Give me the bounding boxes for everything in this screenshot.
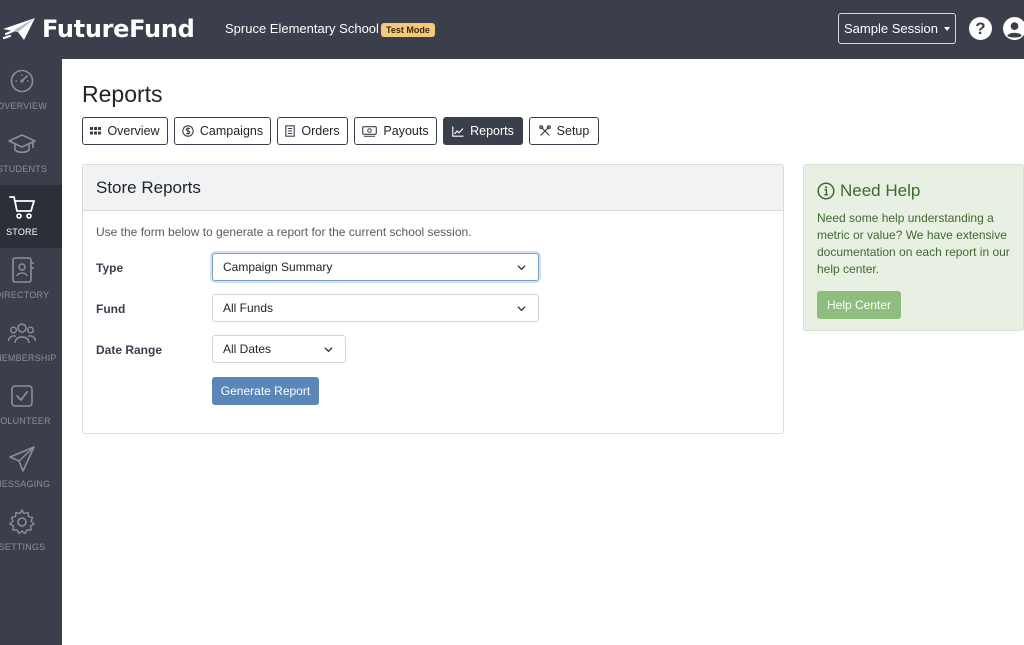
date-range-select[interactable]: All Dates (212, 335, 346, 363)
paper-plane-icon (9, 446, 35, 472)
sidebar: OVERVIEW STUDENTS STORE DIRECTORY MEMBER… (0, 59, 62, 645)
info-circle-icon (817, 182, 835, 200)
sidebar-item-label: STORE (6, 227, 38, 237)
sidebar-item-overview[interactable]: OVERVIEW (0, 59, 62, 122)
sidebar-item-label: DIRECTORY (0, 290, 50, 300)
store-reports-card: Store Reports Use the form below to gene… (82, 164, 784, 434)
cart-icon (9, 196, 35, 219)
help-glyph: ? (975, 18, 986, 38)
sidebar-item-label: SETTINGS (0, 542, 46, 552)
help-question-icon[interactable]: ? (969, 17, 992, 40)
people-icon (8, 323, 36, 344)
tools-icon (538, 125, 551, 136)
brand-logo[interactable]: FutureFund (2, 14, 195, 44)
tab-setup[interactable]: Setup (529, 117, 599, 145)
tab-orders[interactable]: Orders (277, 117, 348, 145)
graduation-cap-icon (8, 134, 36, 154)
sidebar-item-label: OVERVIEW (0, 101, 47, 111)
tab-label: Campaigns (199, 124, 264, 138)
tab-payouts[interactable]: Payouts (354, 117, 437, 145)
session-dropdown-button[interactable]: Sample Session (838, 13, 956, 44)
report-type-select[interactable]: Campaign Summary (212, 253, 539, 281)
help-title: Need Help (840, 181, 921, 200)
help-text: Need some help understanding a metric or… (817, 211, 1010, 276)
test-mode-badge: Test Mode (381, 23, 435, 37)
sidebar-item-membership[interactable]: MEMBERSHIP (0, 311, 62, 374)
sidebar-item-label: STUDENTS (0, 164, 48, 174)
chevron-down-icon (517, 306, 526, 312)
tab-label: Reports (470, 124, 514, 138)
fund-select[interactable]: All Funds (212, 294, 539, 322)
brand-name: FutureFund (42, 15, 195, 43)
gauge-icon (10, 69, 34, 93)
select-value: All Funds (223, 301, 274, 315)
date-range-label: Date Range (96, 343, 163, 357)
session-label: Sample Session (844, 21, 938, 36)
sidebar-item-label: MEMBERSHIP (0, 353, 57, 363)
top-navbar: FutureFund Spruce Elementary School Test… (0, 0, 1024, 59)
form-intro-text: Use the form below to generate a report … (96, 225, 472, 239)
type-label: Type (96, 261, 124, 275)
sidebar-item-volunteer[interactable]: VOLUNTEER (0, 374, 62, 437)
grid-icon (90, 127, 102, 135)
sidebar-item-label: MESSAGING (0, 479, 51, 489)
chevron-down-icon (324, 347, 333, 353)
checkbox-icon (11, 385, 33, 407)
sidebar-item-settings[interactable]: SETTINGS (0, 500, 62, 563)
help-center-button[interactable]: Help Center (817, 291, 901, 319)
sidebar-item-label: VOLUNTEER (0, 416, 51, 426)
tab-overview[interactable]: Overview (82, 117, 168, 145)
generate-report-button[interactable]: Generate Report (212, 377, 319, 405)
gear-icon (9, 509, 35, 535)
receipt-icon (285, 125, 296, 137)
page-title: Reports (82, 81, 163, 107)
sidebar-item-directory[interactable]: DIRECTORY (0, 248, 62, 311)
paper-plane-logo-icon (2, 18, 35, 40)
need-help-card: Need Help Need some help understanding a… (803, 164, 1024, 331)
tab-label: Orders (301, 124, 340, 138)
dollar-circle-icon (182, 125, 194, 137)
user-avatar-icon[interactable] (1003, 17, 1024, 40)
card-header: Store Reports (83, 165, 783, 211)
chart-line-icon (452, 126, 464, 137)
fund-label: Fund (96, 302, 126, 316)
select-value: All Dates (223, 342, 272, 356)
tab-reports[interactable]: Reports (443, 117, 523, 145)
tab-label: Payouts (383, 124, 429, 138)
caret-down-icon (943, 26, 950, 31)
school-name[interactable]: Spruce Elementary School (225, 21, 379, 36)
money-icon (362, 125, 378, 137)
tab-campaigns[interactable]: Campaigns (174, 117, 271, 145)
tab-label: Setup (556, 124, 590, 138)
chevron-down-icon (517, 265, 526, 271)
select-value: Campaign Summary (223, 260, 333, 274)
tab-label: Overview (107, 124, 160, 138)
contact-book-icon (12, 257, 34, 283)
sidebar-item-messaging[interactable]: MESSAGING (0, 437, 62, 500)
card-title: Store Reports (96, 178, 201, 197)
sidebar-item-students[interactable]: STUDENTS (0, 122, 62, 185)
sidebar-item-store[interactable]: STORE (0, 185, 62, 248)
